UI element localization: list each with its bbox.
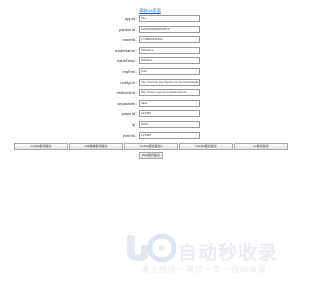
form-row: notifyUrl： http://service.pay.5jqdpt.com/…: [0, 78, 300, 86]
form-row: partnerId： 10001000000001010: [0, 25, 300, 33]
watermark-tagline: 做上抢排一来访一次一自动收录: [141, 265, 267, 274]
form-row: reqFee： 0.02: [0, 68, 300, 75]
form-label: ip：: [131, 122, 139, 127]
form-row: extInfo： 123456: [0, 131, 300, 139]
watermark-logo-icon: [127, 233, 176, 263]
submit-button-mobile-2[interactable]: mobile模式提交2: [124, 143, 178, 150]
form-row: appId： 151: [0, 15, 300, 22]
submit-button-scantel[interactable]: scantel模式提交: [179, 143, 233, 150]
form-label: notifyUrl：: [120, 79, 139, 85]
form-input[interactable]: 100name: [139, 46, 200, 54]
form-label: appId：: [124, 16, 139, 21]
form-input[interactable]: 123456: [139, 110, 200, 118]
form-label: separable：: [117, 100, 139, 106]
watermark-brand: 自动秒收录: [178, 242, 279, 264]
watermark: 自动秒收录 做上抢排一来访一次一自动收录: [124, 233, 284, 279]
form-input[interactable]: false: [139, 99, 200, 107]
submit-button-web[interactable]: Web模式提交: [139, 152, 163, 159]
form-input[interactable]: 0.02: [139, 68, 200, 75]
form-row: separable： false: [0, 99, 300, 107]
form-label: redirectUrl：: [116, 90, 139, 96]
form-label: partnerId：: [118, 26, 139, 32]
submit-button-mobile[interactable]: mobile模式提交: [14, 143, 68, 150]
form-input[interactable]: 10001000000001010: [139, 25, 200, 33]
form-row: redirectUrl： http://www.xayouxi.cn/paxinw…: [0, 89, 300, 97]
form-label: tradeId：: [122, 37, 139, 43]
page-title-link[interactable]: 获取UA页面: [0, 8, 300, 14]
form-input[interactable]: http://www.xayouxi.cn/paxinw.html: [139, 89, 200, 97]
form-input[interactable]: 123456: [139, 131, 200, 139]
form-row: tradeName： 100name: [0, 46, 300, 54]
form-row: payerId： 123456: [0, 110, 300, 118]
form-row: tradeDesc： 100desc: [0, 57, 300, 65]
form-label: tradeDesc：: [116, 58, 139, 64]
form-label: extInfo：: [122, 132, 139, 138]
submit-button-sdk-wechat[interactable]: sdk微信模式提交: [69, 143, 123, 150]
submit-button-pc[interactable]: pc模式提交: [234, 143, 288, 150]
form-row: tradeId： 1749962201462: [0, 36, 300, 44]
form-label: tradeName：: [115, 47, 139, 53]
form-input[interactable]: 1000: [139, 121, 200, 128]
submit-button-row: mobile模式提交 sdk微信模式提交 mobile模式提交2 scantel…: [14, 143, 288, 150]
form-input[interactable]: http://service.pay.5jqdpt.com/serviceHan…: [139, 78, 200, 86]
form-label: payerId：: [121, 111, 139, 117]
form-row: ip： 1000: [0, 121, 300, 128]
form-input[interactable]: 1749962201462: [139, 36, 200, 44]
form-input[interactable]: 151: [139, 15, 200, 22]
form-input[interactable]: 100desc: [139, 57, 200, 65]
form-label: reqFee：: [122, 69, 139, 74]
